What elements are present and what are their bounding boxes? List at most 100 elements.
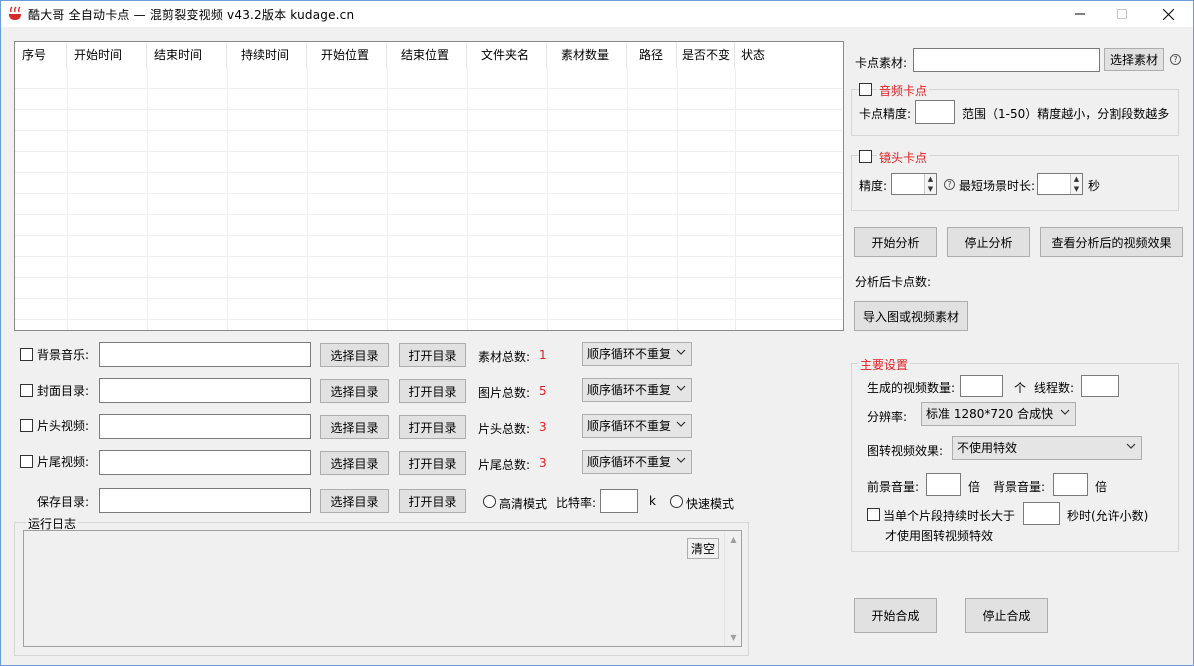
- bitrate-input[interactable]: [600, 489, 638, 513]
- cover-path-input[interactable]: [99, 378, 311, 403]
- col-status[interactable]: 状态: [735, 42, 843, 68]
- bgm-select-button[interactable]: 选择目录: [320, 343, 389, 367]
- tail-checkbox[interactable]: [20, 455, 33, 468]
- bgm-path-input[interactable]: [99, 342, 311, 367]
- fg-volume-input[interactable]: [926, 473, 961, 496]
- audio-beat-title: 音频卡点: [877, 82, 930, 99]
- spin-up-icon[interactable]: ▲: [1070, 174, 1082, 184]
- spin-up-icon[interactable]: ▲: [924, 174, 936, 184]
- scroll-down-icon[interactable]: ▼: [725, 629, 742, 646]
- bg-volume-input[interactable]: [1053, 473, 1088, 496]
- col-folder-name[interactable]: 文件夹名: [467, 42, 547, 68]
- cover-mode-select[interactable]: 顺序循环不重复: [582, 378, 692, 402]
- col-start-time[interactable]: 开始时间: [67, 42, 147, 68]
- beat-precision-input[interactable]: [915, 100, 955, 124]
- log-scrollbar[interactable]: ▲ ▼: [724, 531, 741, 646]
- beat-precision-hint: 范围（1-50）精度越小，分割段数越多: [962, 107, 1170, 121]
- tail-label: 片尾视频:: [37, 455, 90, 469]
- import-material-button[interactable]: 导入图或视频素材: [854, 301, 968, 331]
- grid-divider: [147, 68, 148, 330]
- tail-open-button[interactable]: 打开目录: [399, 451, 466, 475]
- head-label: 片头视频:: [37, 419, 90, 433]
- minimize-icon[interactable]: [1057, 1, 1103, 27]
- chevron-down-icon: [1060, 409, 1070, 415]
- cover-stat-value: 5: [539, 384, 547, 398]
- resolution-value: 标准 1280*720 合成快: [926, 407, 1054, 421]
- maximize-icon[interactable]: [1099, 1, 1145, 27]
- head-mode-value: 顺序循环不重复: [587, 419, 672, 433]
- cover-select-button[interactable]: 选择目录: [320, 379, 389, 403]
- help-icon[interactable]: ?: [944, 179, 955, 190]
- threads-input[interactable]: [1081, 375, 1119, 397]
- col-end-pos[interactable]: 结束位置: [387, 42, 467, 68]
- spin-down-icon[interactable]: ▼: [924, 184, 936, 194]
- bgm-open-button[interactable]: 打开目录: [399, 343, 466, 367]
- cover-stat-label: 图片总数:: [478, 386, 531, 400]
- tail-mode-select[interactable]: 顺序循环不重复: [582, 450, 692, 474]
- save-open-button[interactable]: 打开目录: [399, 489, 466, 513]
- resolution-select[interactable]: 标准 1280*720 合成快: [921, 402, 1076, 426]
- chevron-down-icon: [676, 385, 686, 391]
- stop-analyze-button[interactable]: 停止分析: [947, 227, 1030, 257]
- duration-threshold-input[interactable]: [1023, 502, 1060, 525]
- gen-count-input[interactable]: [960, 375, 1003, 397]
- head-path-input[interactable]: [99, 414, 311, 439]
- col-start-pos[interactable]: 开始位置: [307, 42, 387, 68]
- head-select-button[interactable]: 选择目录: [320, 415, 389, 439]
- col-path[interactable]: 路径: [627, 42, 677, 68]
- effect-select[interactable]: 不使用特效: [952, 436, 1142, 460]
- grid-row-line: [15, 193, 843, 194]
- material-label: 卡点素材:: [855, 56, 908, 70]
- start-analyze-button[interactable]: 开始分析: [854, 227, 937, 257]
- scroll-up-icon[interactable]: ▲: [725, 531, 742, 548]
- grid-row-line: [15, 88, 843, 89]
- tail-path-input[interactable]: [99, 450, 311, 475]
- bitrate-label: 比特率:: [556, 496, 597, 510]
- bgm-checkbox[interactable]: [20, 348, 33, 361]
- head-open-button[interactable]: 打开目录: [399, 415, 466, 439]
- segment-grid[interactable]: 序号 开始时间 结束时间 持续时间 开始位置 结束位置 文件夹名 素材数量 路径…: [14, 41, 844, 331]
- col-duration[interactable]: 持续时间: [227, 42, 307, 68]
- fast-mode-radio[interactable]: [670, 495, 683, 508]
- view-result-button[interactable]: 查看分析后的视频效果: [1040, 227, 1183, 257]
- clear-log-button[interactable]: 清空: [687, 538, 719, 559]
- cover-checkbox[interactable]: [20, 384, 33, 397]
- head-checkbox[interactable]: [20, 419, 33, 432]
- hd-mode-radio[interactable]: [483, 495, 496, 508]
- stop-compose-button[interactable]: 停止合成: [965, 598, 1048, 633]
- close-icon[interactable]: [1145, 1, 1191, 27]
- material-path-input[interactable]: [913, 48, 1100, 72]
- bgm-mode-select[interactable]: 顺序循环不重复: [582, 342, 692, 366]
- log-textarea[interactable]: 清空 ▲ ▼: [23, 530, 742, 647]
- col-unchanged[interactable]: 是否不变: [677, 42, 735, 68]
- beat-count-label: 分析后卡点数:: [855, 275, 932, 289]
- resolution-label: 分辨率:: [867, 410, 908, 424]
- grid-row-line: [15, 256, 843, 257]
- duration-unit: 秒时(允许小数): [1067, 509, 1149, 523]
- col-material-count[interactable]: 素材数量: [547, 42, 627, 68]
- bgm-stat-label: 素材总数:: [478, 350, 531, 364]
- min-scene-spinner[interactable]: ▲ ▼: [1037, 173, 1083, 195]
- col-index[interactable]: 序号: [15, 42, 67, 68]
- start-compose-button[interactable]: 开始合成: [854, 598, 937, 633]
- duration-effect-checkbox[interactable]: [867, 508, 880, 521]
- grid-row-line: [15, 151, 843, 152]
- save-path-input[interactable]: [99, 488, 311, 513]
- beat-precision-label: 卡点精度:: [859, 107, 912, 121]
- select-material-button[interactable]: 选择素材: [1104, 48, 1164, 71]
- chevron-down-icon: [676, 349, 686, 355]
- col-end-time[interactable]: 结束时间: [147, 42, 227, 68]
- cover-open-button[interactable]: 打开目录: [399, 379, 466, 403]
- shot-beat-checkbox[interactable]: [859, 150, 872, 163]
- help-icon[interactable]: ?: [1170, 54, 1181, 65]
- shot-precision-spinner[interactable]: ▲ ▼: [891, 173, 937, 195]
- save-select-button[interactable]: 选择目录: [320, 489, 389, 513]
- grid-row-line: [15, 109, 843, 110]
- audio-beat-checkbox[interactable]: [859, 83, 872, 96]
- fg-volume-unit: 倍: [968, 480, 981, 494]
- head-mode-select[interactable]: 顺序循环不重复: [582, 414, 692, 438]
- effect-label: 图转视频效果:: [867, 444, 944, 458]
- grid-divider: [307, 68, 308, 330]
- tail-select-button[interactable]: 选择目录: [320, 451, 389, 475]
- spin-down-icon[interactable]: ▼: [1070, 184, 1082, 194]
